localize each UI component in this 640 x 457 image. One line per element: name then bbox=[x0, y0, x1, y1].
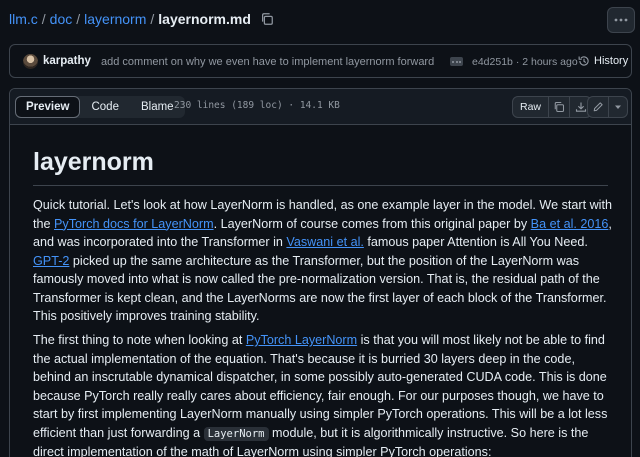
paragraph-text: The first thing to note when looking at bbox=[33, 333, 246, 347]
paragraph-implementation: The first thing to note when looking at … bbox=[33, 331, 613, 457]
edit-dropdown-button[interactable] bbox=[609, 97, 627, 117]
inline-code: LayerNorm bbox=[203, 426, 269, 441]
commit-meta: e4d251b · 2 hours ago bbox=[472, 56, 578, 68]
tab-code[interactable]: Code bbox=[80, 96, 130, 118]
commit-sha[interactable]: e4d251b bbox=[472, 56, 513, 68]
commit-meta-separator: · bbox=[515, 56, 520, 68]
top-bar: llm.c / doc / layernorm / layernorm.md bbox=[0, 0, 640, 40]
download-icon bbox=[575, 101, 587, 113]
paragraph-text: . LayerNorm of course comes from this or… bbox=[213, 216, 531, 231]
inline-link[interactable]: Ba et al. 2016 bbox=[531, 217, 609, 231]
triangle-down-icon bbox=[614, 103, 622, 111]
breadcrumb-layernorm-link[interactable]: layernorm bbox=[84, 11, 146, 27]
view-mode-tabs: Preview Code Blame bbox=[15, 96, 185, 118]
latest-commit-bar: karpathy add comment on why we even have… bbox=[9, 44, 632, 78]
pencil-icon bbox=[592, 101, 604, 113]
copy-raw-button[interactable] bbox=[549, 97, 571, 117]
breadcrumb-separator: / bbox=[41, 11, 46, 27]
more-options-button[interactable] bbox=[607, 7, 635, 33]
breadcrumb: llm.c / doc / layernorm / layernorm.md bbox=[9, 11, 274, 27]
commit-message-link[interactable]: add comment on why we even have to imple… bbox=[101, 56, 438, 68]
breadcrumb-doc-link[interactable]: doc bbox=[50, 11, 73, 27]
breadcrumb-separator: / bbox=[76, 11, 81, 27]
edit-file-button[interactable] bbox=[588, 97, 609, 117]
commit-author-link[interactable]: karpathy bbox=[43, 55, 91, 67]
breadcrumb-repo-link[interactable]: llm.c bbox=[9, 11, 38, 27]
history-icon bbox=[578, 55, 590, 67]
paragraph-text: is that you will most likely not be able… bbox=[33, 333, 608, 440]
avatar[interactable] bbox=[23, 54, 38, 69]
copy-raw-icon bbox=[553, 101, 565, 113]
expand-commit-message-button[interactable] bbox=[450, 57, 463, 66]
breadcrumb-separator: / bbox=[150, 11, 155, 27]
inline-link[interactable]: PyTorch LayerNorm bbox=[246, 333, 357, 347]
paragraph-text: famous paper Attention is All You Need. bbox=[363, 235, 588, 249]
breadcrumb-current-file: layernorm.md bbox=[158, 11, 251, 27]
title-divider bbox=[33, 185, 608, 186]
file-panel: Preview Code Blame 230 lines (189 loc) ·… bbox=[9, 88, 632, 457]
history-label: History bbox=[594, 55, 629, 67]
copy-icon[interactable] bbox=[260, 12, 274, 26]
raw-button[interactable]: Raw bbox=[513, 97, 550, 117]
history-button[interactable]: History bbox=[578, 55, 628, 67]
inline-link[interactable]: Vaswani et al. bbox=[286, 235, 363, 249]
tab-preview[interactable]: Preview bbox=[15, 96, 81, 118]
paragraph-text: picked up the same architecture as the T… bbox=[33, 253, 607, 324]
file-info: 230 lines (189 loc) · 14.1 KB bbox=[174, 100, 340, 111]
file-header: Preview Code Blame 230 lines (189 loc) ·… bbox=[10, 89, 631, 125]
edit-actions-group bbox=[587, 96, 628, 118]
commit-time: 2 hours ago bbox=[522, 56, 578, 68]
paragraph-intro: Quick tutorial. Let's look at how LayerN… bbox=[33, 196, 613, 326]
inline-link[interactable]: GPT-2 bbox=[33, 254, 69, 268]
kebab-icon bbox=[614, 18, 628, 22]
raw-actions-group: Raw bbox=[512, 96, 593, 118]
page-title: layernorm bbox=[33, 148, 154, 176]
inline-link[interactable]: PyTorch docs for LayerNorm bbox=[54, 217, 214, 231]
